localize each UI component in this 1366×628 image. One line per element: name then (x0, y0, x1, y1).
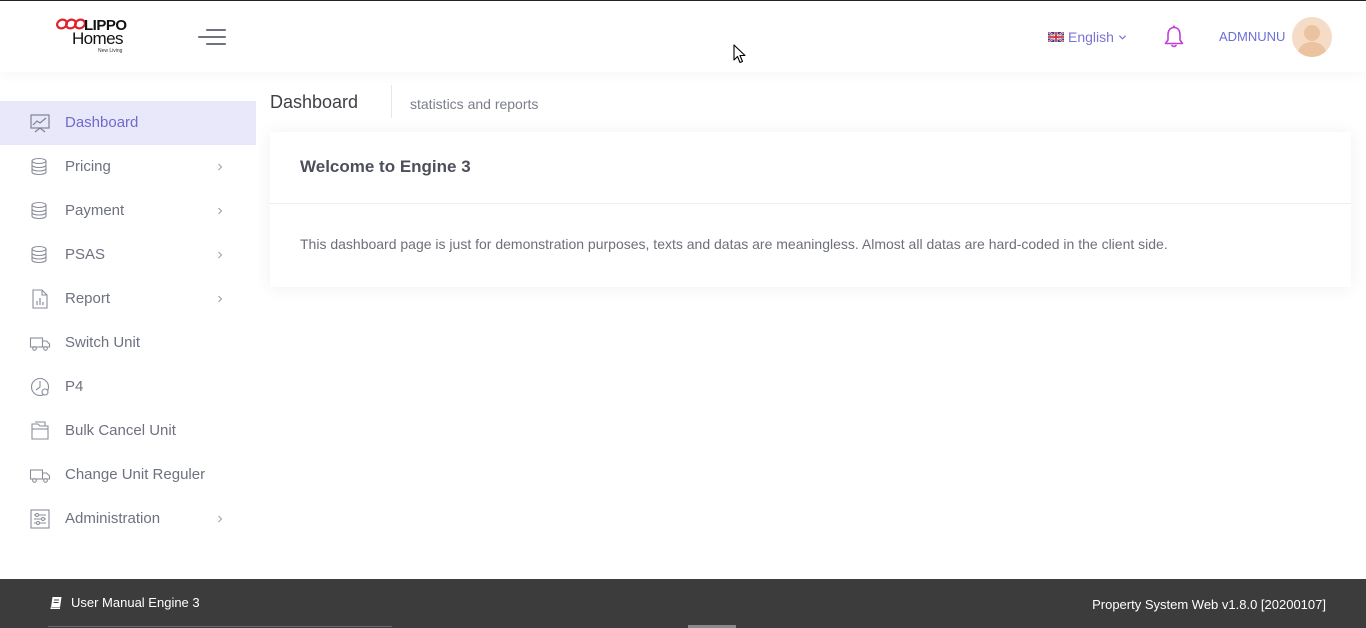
user-name[interactable]: ADMNUNU (1219, 29, 1285, 44)
chevron-right-icon (218, 251, 223, 259)
truck-icon (29, 337, 51, 351)
sidebar-item-bulk-cancel-unit[interactable]: Bulk Cancel Unit (0, 409, 256, 453)
version-text: Property System Web v1.8.0 [20200107] (1092, 597, 1326, 612)
card-title: Welcome to Engine 3 (300, 157, 471, 176)
clock-icon (30, 377, 50, 397)
user-silhouette-icon (1297, 25, 1327, 57)
sidebar-item-label: Pricing (65, 158, 111, 175)
sidebar-item-switch-unit[interactable]: Switch Unit (0, 321, 256, 365)
sidebar: Dashboard Pricing Payment PSAS Report Sw… (0, 72, 256, 579)
coins-icon (31, 245, 47, 264)
sidebar-item-label: P4 (65, 378, 84, 395)
coins-icon (31, 157, 47, 176)
sidebar-item-label: Change Unit Reguler (65, 466, 206, 483)
language-label: English (1068, 29, 1114, 45)
coins-icon (31, 201, 47, 220)
sidebar-item-label: Report (65, 290, 111, 307)
logo-tagline: New Living (98, 48, 123, 54)
avatar[interactable] (1292, 17, 1332, 57)
book-icon (50, 597, 62, 609)
sidebar-item-p4[interactable]: P4 (0, 365, 256, 409)
sidebar-nav: Dashboard Pricing Payment PSAS Report Sw… (0, 101, 256, 541)
sidebar-item-pricing[interactable]: Pricing (0, 145, 256, 189)
bell-icon[interactable] (1163, 25, 1185, 49)
sidebar-item-label: Dashboard (65, 114, 139, 131)
top-header: LIPPO Homes New Living English ADMNUNU (0, 0, 1366, 72)
sidebar-item-change-unit-reguler[interactable]: Change Unit Reguler (0, 453, 256, 497)
language-selector[interactable]: English (1048, 28, 1127, 46)
sidebar-item-administration[interactable]: Administration (0, 497, 256, 541)
user-manual-label: User Manual Engine 3 (71, 595, 200, 610)
truck-icon (29, 469, 51, 483)
footer: User Manual Engine 3 Property System Web… (0, 579, 1366, 628)
logo-homes-text: Homes (72, 29, 123, 48)
chevron-down-icon (1118, 34, 1126, 40)
sidebar-item-label: PSAS (65, 246, 106, 263)
chart-icon (30, 114, 50, 133)
chevron-right-icon (218, 207, 223, 215)
user-manual-link[interactable]: User Manual Engine 3 (50, 595, 200, 610)
sidebar-item-payment[interactable]: Payment (0, 189, 256, 233)
sidebar-item-psas[interactable]: PSAS (0, 233, 256, 277)
card-header: Welcome to Engine 3 (270, 132, 1351, 204)
sidebar-item-dashboard[interactable]: Dashboard (0, 101, 256, 145)
uk-flag-icon (1048, 32, 1064, 42)
page-description: statistics and reports (410, 96, 539, 112)
card-body-text: This dashboard page is just for demonstr… (300, 236, 1168, 252)
settings-sliders-icon (30, 509, 50, 529)
mouse-cursor-icon (733, 44, 746, 64)
sidebar-item-label: Payment (65, 202, 125, 219)
report-icon (32, 289, 48, 309)
page-title: Dashboard (270, 92, 359, 112)
sidebar-item-label: Administration (65, 510, 161, 527)
chevron-right-icon (218, 515, 223, 523)
folder-icon (31, 421, 49, 440)
welcome-card: Welcome to Engine 3 This dashboard page … (270, 132, 1351, 287)
sidebar-item-label: Bulk Cancel Unit (65, 422, 176, 439)
hamburger-menu-icon[interactable] (198, 29, 226, 47)
sidebar-item-label: Switch Unit (65, 334, 141, 351)
chevron-right-icon (218, 295, 223, 303)
lippo-homes-logo[interactable]: LIPPO Homes New Living (54, 17, 144, 59)
sidebar-item-report[interactable]: Report (0, 277, 256, 321)
footer-divider (48, 626, 392, 627)
subheader-divider (391, 85, 392, 118)
chevron-right-icon (218, 163, 223, 171)
